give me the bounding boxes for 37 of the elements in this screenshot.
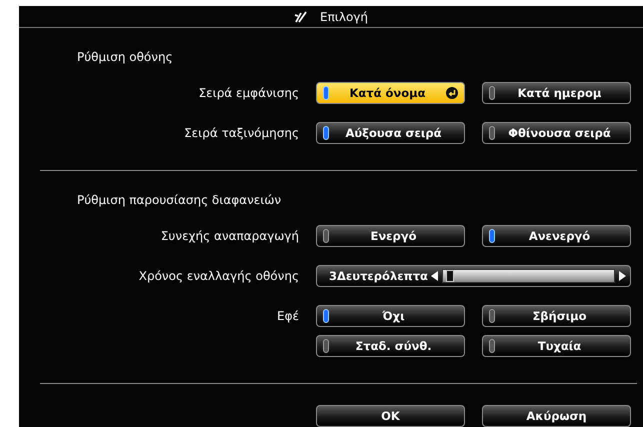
indicator-icon xyxy=(323,229,329,244)
right-arrow-icon[interactable] xyxy=(618,271,626,282)
slider-value: 3Δευτερόλεπτα xyxy=(329,269,428,284)
setting-label: Σειρά εμφάνισης xyxy=(198,86,299,100)
option-button[interactable]: Ενεργό xyxy=(316,225,465,248)
option-button[interactable]: Τυχαία xyxy=(482,335,631,358)
indicator-icon xyxy=(489,339,495,354)
indicator-icon xyxy=(323,339,329,354)
indicator-icon xyxy=(489,86,495,100)
setting-label: Εφέ xyxy=(277,309,299,324)
dialog-title: Επιλογή xyxy=(320,10,368,24)
indicator-icon xyxy=(323,86,329,100)
indicator-icon xyxy=(323,126,329,140)
indicator-icon xyxy=(489,309,495,324)
section-heading: Ρύθμιση οθόνης xyxy=(77,50,173,64)
left-arrow-icon[interactable] xyxy=(430,271,439,282)
option-button[interactable]: Σταδ. σύνθ. xyxy=(316,335,465,358)
setting-label: Χρόνος εναλλαγής οθόνης xyxy=(138,269,299,284)
setting-label: Συνεχής αναπαραγωγή xyxy=(160,229,299,244)
indicator-icon xyxy=(489,126,495,140)
indicator-icon xyxy=(323,309,329,324)
indicator-icon xyxy=(489,229,495,244)
setting-label: Σειρά ταξινόμησης xyxy=(184,126,299,140)
section-heading: Ρύθμιση παρουσίασης διαφανειών xyxy=(77,193,282,208)
enter-icon xyxy=(446,87,458,100)
option-button[interactable]: Σβήσιμο xyxy=(482,305,631,328)
option-button[interactable]: Ανενεργό xyxy=(482,225,631,248)
dialog-button[interactable]: Ακύρωση xyxy=(482,405,631,427)
dialog-button[interactable]: OK xyxy=(316,405,465,427)
slider-control[interactable]: 3Δευτερόλεπτα xyxy=(316,265,631,288)
option-button[interactable]: Κατά όνομα xyxy=(316,82,465,104)
option-button[interactable]: Φθίνουσα σειρά xyxy=(482,122,631,144)
slider-thumb[interactable] xyxy=(446,270,454,282)
option-button[interactable]: Κατά ημερομ xyxy=(482,82,631,104)
tools-icon xyxy=(294,10,308,23)
option-button[interactable]: Όχι xyxy=(316,305,465,328)
option-button[interactable]: Αύξουσα σειρά xyxy=(316,122,465,144)
